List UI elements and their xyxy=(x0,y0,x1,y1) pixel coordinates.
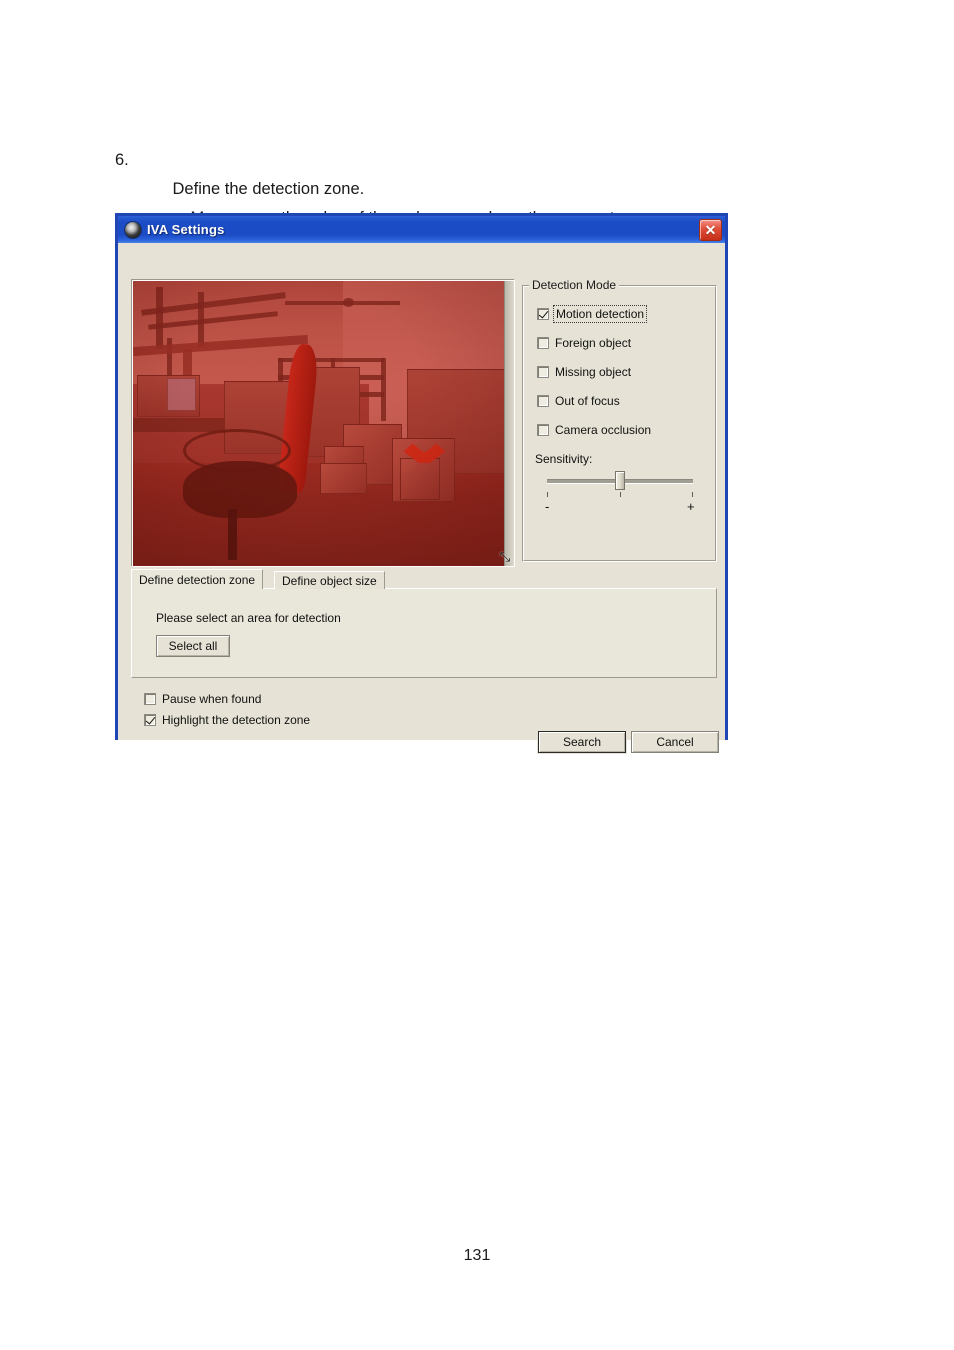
tab-define-object-size[interactable]: Define object size xyxy=(274,571,385,589)
checkbox-foreign-object-label: Foreign object xyxy=(555,336,632,350)
iva-settings-dialog: IVA Settings ✕ ⤡ Detection Mode Motion d… xyxy=(115,213,728,753)
dialog-body: ⤡ Detection Mode Motion detection Foreig… xyxy=(118,243,725,753)
instruction-line-1-part-a: Define the detection zone. xyxy=(172,180,365,198)
checkbox-camera-occlusion-label: Camera occlusion xyxy=(555,423,652,437)
checkbox-pause-when-found-label: Pause when found xyxy=(162,692,262,706)
checkbox-highlight-detection-zone-label: Highlight the detection zone xyxy=(162,713,311,727)
dialog-titlebar[interactable]: IVA Settings ✕ xyxy=(115,213,728,243)
checkbox-highlight-detection-zone[interactable]: Highlight the detection zone xyxy=(144,713,310,727)
close-icon[interactable]: ✕ xyxy=(699,219,722,241)
checkbox-missing-object-box[interactable] xyxy=(537,366,549,378)
checkbox-motion-detection-box[interactable] xyxy=(537,308,549,320)
dialog-title: IVA Settings xyxy=(147,222,225,237)
video-scrollbar[interactable] xyxy=(504,281,514,566)
checkbox-pause-when-found[interactable]: Pause when found xyxy=(144,692,261,706)
detection-area-hint: Please select an area for detection xyxy=(156,611,341,625)
checkbox-motion-detection-label: Motion detection xyxy=(552,305,648,323)
camera-eye-icon xyxy=(124,220,142,239)
close-glyph: ✕ xyxy=(704,221,717,238)
checkbox-camera-occlusion-box[interactable] xyxy=(537,424,549,436)
tab-panel-define-detection-zone: Please select an area for detection Sele… xyxy=(131,588,717,678)
step-number: 6. xyxy=(115,151,129,169)
checkbox-foreign-object-box[interactable] xyxy=(537,337,549,349)
video-frame-image xyxy=(133,281,514,566)
checkbox-highlight-detection-zone-box[interactable] xyxy=(144,714,156,726)
checkbox-missing-object[interactable]: Missing object xyxy=(537,365,631,379)
checkbox-camera-occlusion[interactable]: Camera occlusion xyxy=(537,423,651,437)
sensitivity-label: Sensitivity: xyxy=(535,452,593,466)
checkbox-out-of-focus-box[interactable] xyxy=(537,395,549,407)
checkbox-out-of-focus[interactable]: Out of focus xyxy=(537,394,620,408)
resize-handle-icon[interactable]: ⤡ xyxy=(497,549,513,565)
select-all-button[interactable]: Select all xyxy=(156,635,230,657)
search-button[interactable]: Search xyxy=(538,731,626,753)
tabstrip: Define detection zone Define object size xyxy=(131,569,717,589)
detection-mode-group: Detection Mode Motion detection Foreign … xyxy=(522,278,717,562)
sensitivity-min-label: - xyxy=(545,499,550,514)
sensitivity-slider-thumb[interactable] xyxy=(615,471,625,490)
sensitivity-slider[interactable] xyxy=(547,471,693,490)
checkbox-foreign-object[interactable]: Foreign object xyxy=(537,336,631,350)
checkbox-missing-object-label: Missing object xyxy=(555,365,632,379)
tab-define-detection-zone[interactable]: Define detection zone xyxy=(131,569,264,589)
sensitivity-max-label: + xyxy=(687,499,695,514)
video-preview[interactable]: ⤡ xyxy=(132,280,515,567)
page-number: 131 xyxy=(463,1247,491,1264)
detection-mode-legend: Detection Mode xyxy=(529,278,620,292)
checkbox-pause-when-found-box[interactable] xyxy=(144,693,156,705)
checkbox-out-of-focus-label: Out of focus xyxy=(555,394,620,408)
cancel-button[interactable]: Cancel xyxy=(631,731,719,753)
sensitivity-slider-ticks xyxy=(547,492,693,498)
checkbox-motion-detection[interactable]: Motion detection xyxy=(537,305,648,323)
